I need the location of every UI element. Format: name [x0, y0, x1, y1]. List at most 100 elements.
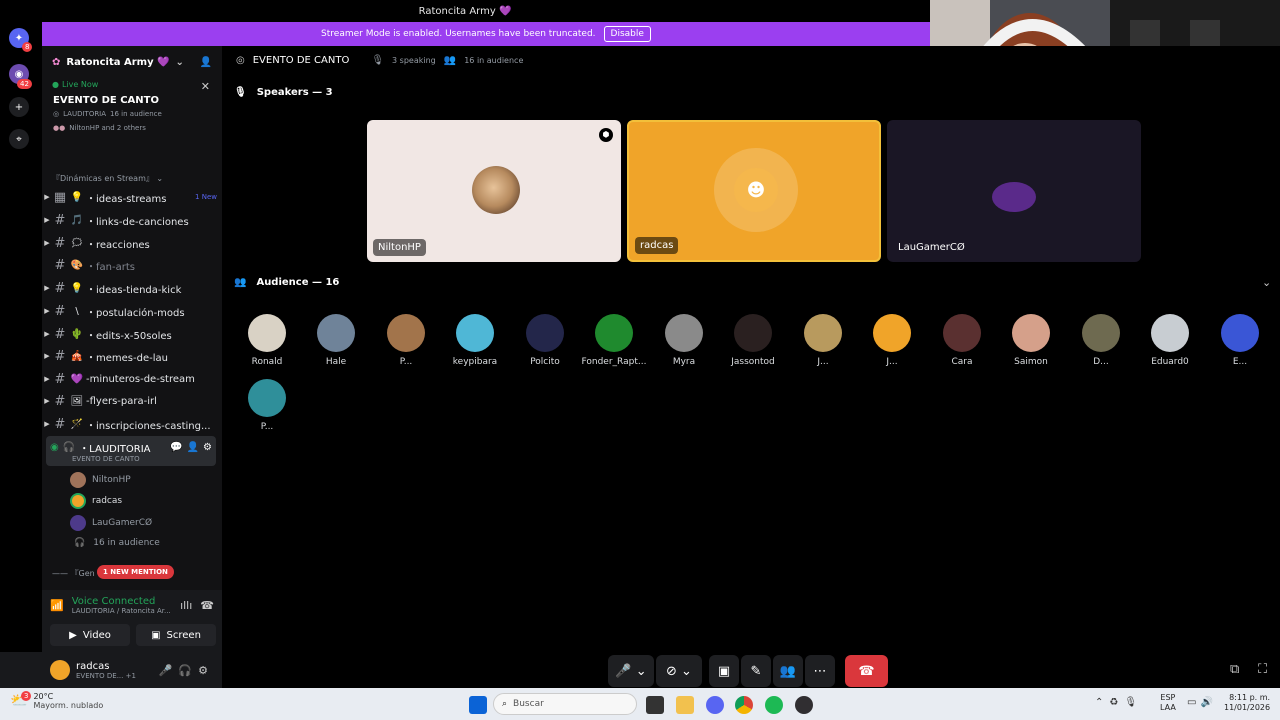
discord-taskbar-icon[interactable]: [706, 696, 724, 714]
live-now-panel[interactable]: ● Live Now ✕ EVENTO DE CANTO ◎ LAUDITORI…: [46, 80, 216, 152]
avatar[interactable]: [50, 660, 70, 680]
channel-item[interactable]: ▶ # 🗯 ・reacciones: [42, 233, 217, 253]
close-icon[interactable]: ✕: [201, 80, 210, 93]
audience-member[interactable]: Hale: [303, 314, 369, 367]
speaker-card[interactable]: LauGamerCØ: [887, 120, 1141, 262]
obs-icon[interactable]: [795, 696, 813, 714]
screen-share-button[interactable]: ▣: [709, 655, 739, 687]
language-code: ESP: [1160, 693, 1176, 702]
camera-toggle-button[interactable]: ⊘ ⌄: [656, 655, 702, 687]
invite-icon[interactable]: 👤: [187, 442, 199, 453]
audience-member[interactable]: J...: [859, 314, 925, 367]
audience-member[interactable]: Cara: [929, 314, 995, 367]
tray-icons[interactable]: ⌃♻🎙: [1095, 697, 1143, 708]
channel-item[interactable]: ▶ # 🎪 ・memes-de-lau: [42, 346, 217, 366]
channel-item[interactable]: ▶ # 🎵 ・links-de-canciones: [42, 210, 217, 230]
channel-item[interactable]: ▶ # 💡 ・ideas-tienda-kick: [42, 278, 217, 298]
disable-button[interactable]: Disable: [603, 26, 651, 42]
audience-member[interactable]: Fonder_Rapt...: [581, 314, 647, 367]
audience-member[interactable]: P...: [373, 314, 439, 367]
home-badge: 8: [22, 42, 33, 52]
mic-toggle-button[interactable]: 🎤 ⌄: [608, 655, 654, 687]
audience-member[interactable]: E...: [1207, 314, 1273, 367]
audience-member[interactable]: Ronald: [234, 314, 300, 367]
avatar: [248, 379, 286, 417]
new-mention-pill[interactable]: 1 NEW MENTION: [97, 565, 174, 579]
audience-member[interactable]: J...: [790, 314, 856, 367]
audience-member[interactable]: Saimon: [998, 314, 1064, 367]
expand-arrow-icon: ▶: [44, 420, 50, 428]
screen-button[interactable]: ▣ Screen: [136, 624, 216, 646]
weather-temp: 20°C: [33, 692, 54, 701]
server-header[interactable]: ✿ Ratoncita Army 💜 ⌄ 👤: [42, 46, 222, 78]
chat-icon[interactable]: 💬: [170, 442, 182, 453]
stage-icon: ◎: [53, 110, 60, 118]
file-explorer-icon[interactable]: [676, 696, 694, 714]
avatar: [943, 314, 981, 352]
channel-name: ・ideas-tienda-kick: [86, 284, 182, 296]
hash-icon: #: [54, 303, 66, 319]
stage-member[interactable]: LauGamerCØ: [70, 515, 152, 531]
video-button[interactable]: ▶ Video: [50, 624, 130, 646]
task-view-icon[interactable]: [646, 696, 664, 714]
category-header[interactable]: 『Dinámicas en Stream』 ⌄: [52, 173, 222, 184]
stage-member[interactable]: NiltonHP: [70, 472, 131, 488]
speaker-card[interactable]: ☻ radcas: [627, 120, 881, 262]
member-name: LauGamerCØ: [92, 518, 153, 528]
fullscreen-icon[interactable]: ⛶: [1258, 662, 1267, 677]
audience-member[interactable]: Polcito: [512, 314, 578, 367]
voice-location[interactable]: LAUDITORIA / Ratoncita Ar...: [72, 607, 171, 615]
channel-item[interactable]: ▶ ▦ 💡 ・ideas-streams 1 New: [42, 187, 217, 207]
discover-icon[interactable]: ⌖: [9, 129, 29, 149]
audience-member[interactable]: keypibara: [442, 314, 508, 367]
channel-name: ・edits-x-50soles: [86, 330, 172, 342]
channel-item[interactable]: ▶ # 🌵 ・edits-x-50soles: [42, 324, 217, 344]
language-indicator[interactable]: ESP LAA: [1160, 693, 1176, 713]
channel-item[interactable]: ▶ # 🖼 -flyers-para-irl: [42, 391, 217, 411]
audience-member[interactable]: Myra: [651, 314, 717, 367]
channel-item[interactable]: ▶ # 🪄 ・inscripciones-casting...: [42, 414, 217, 434]
clock[interactable]: 8:11 p. m. 11/01/2026: [1224, 693, 1270, 713]
member-name: Eduard0: [1151, 357, 1189, 367]
channel-name: ・postulación-mods: [86, 307, 185, 319]
stage-audience-count[interactable]: 🎧 16 in audience: [74, 538, 160, 548]
voice-status[interactable]: Voice Connected: [72, 596, 171, 607]
channel-item[interactable]: ▶ # \ ・postulación-mods: [42, 301, 217, 321]
start-icon[interactable]: [469, 696, 487, 714]
disconnect-icon[interactable]: ☎: [200, 599, 214, 612]
popout-icon[interactable]: ⧉: [1230, 662, 1239, 677]
speaker-card[interactable]: ⬢ NiltonHP: [367, 120, 621, 262]
category-name: 『Dinámicas en Stream』: [52, 174, 154, 183]
avatar: [1012, 314, 1050, 352]
stage-member[interactable]: radcas: [70, 493, 122, 509]
chrome-icon[interactable]: [735, 696, 753, 714]
settings-icon[interactable]: ⚙: [203, 442, 212, 453]
audience-member[interactable]: Jassontod: [720, 314, 786, 367]
invite-button[interactable]: 👥: [773, 655, 803, 687]
search-box[interactable]: ⌕ Buscar: [493, 693, 637, 715]
headphones-icon[interactable]: 🎧: [178, 664, 192, 677]
header-audience: 16 in audience: [464, 56, 524, 65]
add-server-icon[interactable]: +: [9, 97, 29, 117]
audience-heading: 👥 Audience — 16: [234, 277, 339, 288]
leave-call-button[interactable]: ☎: [845, 655, 888, 687]
stage-channel-item[interactable]: ◉ 🎧 ・LAUDITORIA 💬 👤 ⚙ EVENTO DE CANTO: [46, 436, 216, 466]
audience-member[interactable]: P...: [234, 379, 300, 432]
collapse-chevron-icon[interactable]: ⌄: [1262, 276, 1271, 289]
stage-topic: EVENTO DE CANTO: [72, 455, 140, 463]
system-icons[interactable]: ▭🔊: [1187, 697, 1217, 708]
more-options-icon[interactable]: ⋯: [805, 655, 835, 687]
hash-icon: #: [54, 257, 66, 273]
audience-member[interactable]: Eduard0: [1137, 314, 1203, 367]
channel-item[interactable]: # 🎨 ・fan-arts: [42, 255, 217, 275]
add-member-icon[interactable]: 👤: [200, 57, 212, 68]
spotify-icon[interactable]: [765, 696, 783, 714]
activity-button[interactable]: ✎: [741, 655, 771, 687]
avatar: [804, 314, 842, 352]
channel-item[interactable]: ▶ # 💜 -minuteros-de-stream: [42, 369, 217, 389]
user-settings-icon[interactable]: ⚙: [198, 664, 208, 677]
audience-member[interactable]: D...: [1068, 314, 1134, 367]
soundboard-icon[interactable]: ıllı: [180, 599, 192, 612]
channel-name: ・inscripciones-casting...: [86, 420, 211, 432]
mic-icon[interactable]: 🎤: [159, 664, 173, 677]
